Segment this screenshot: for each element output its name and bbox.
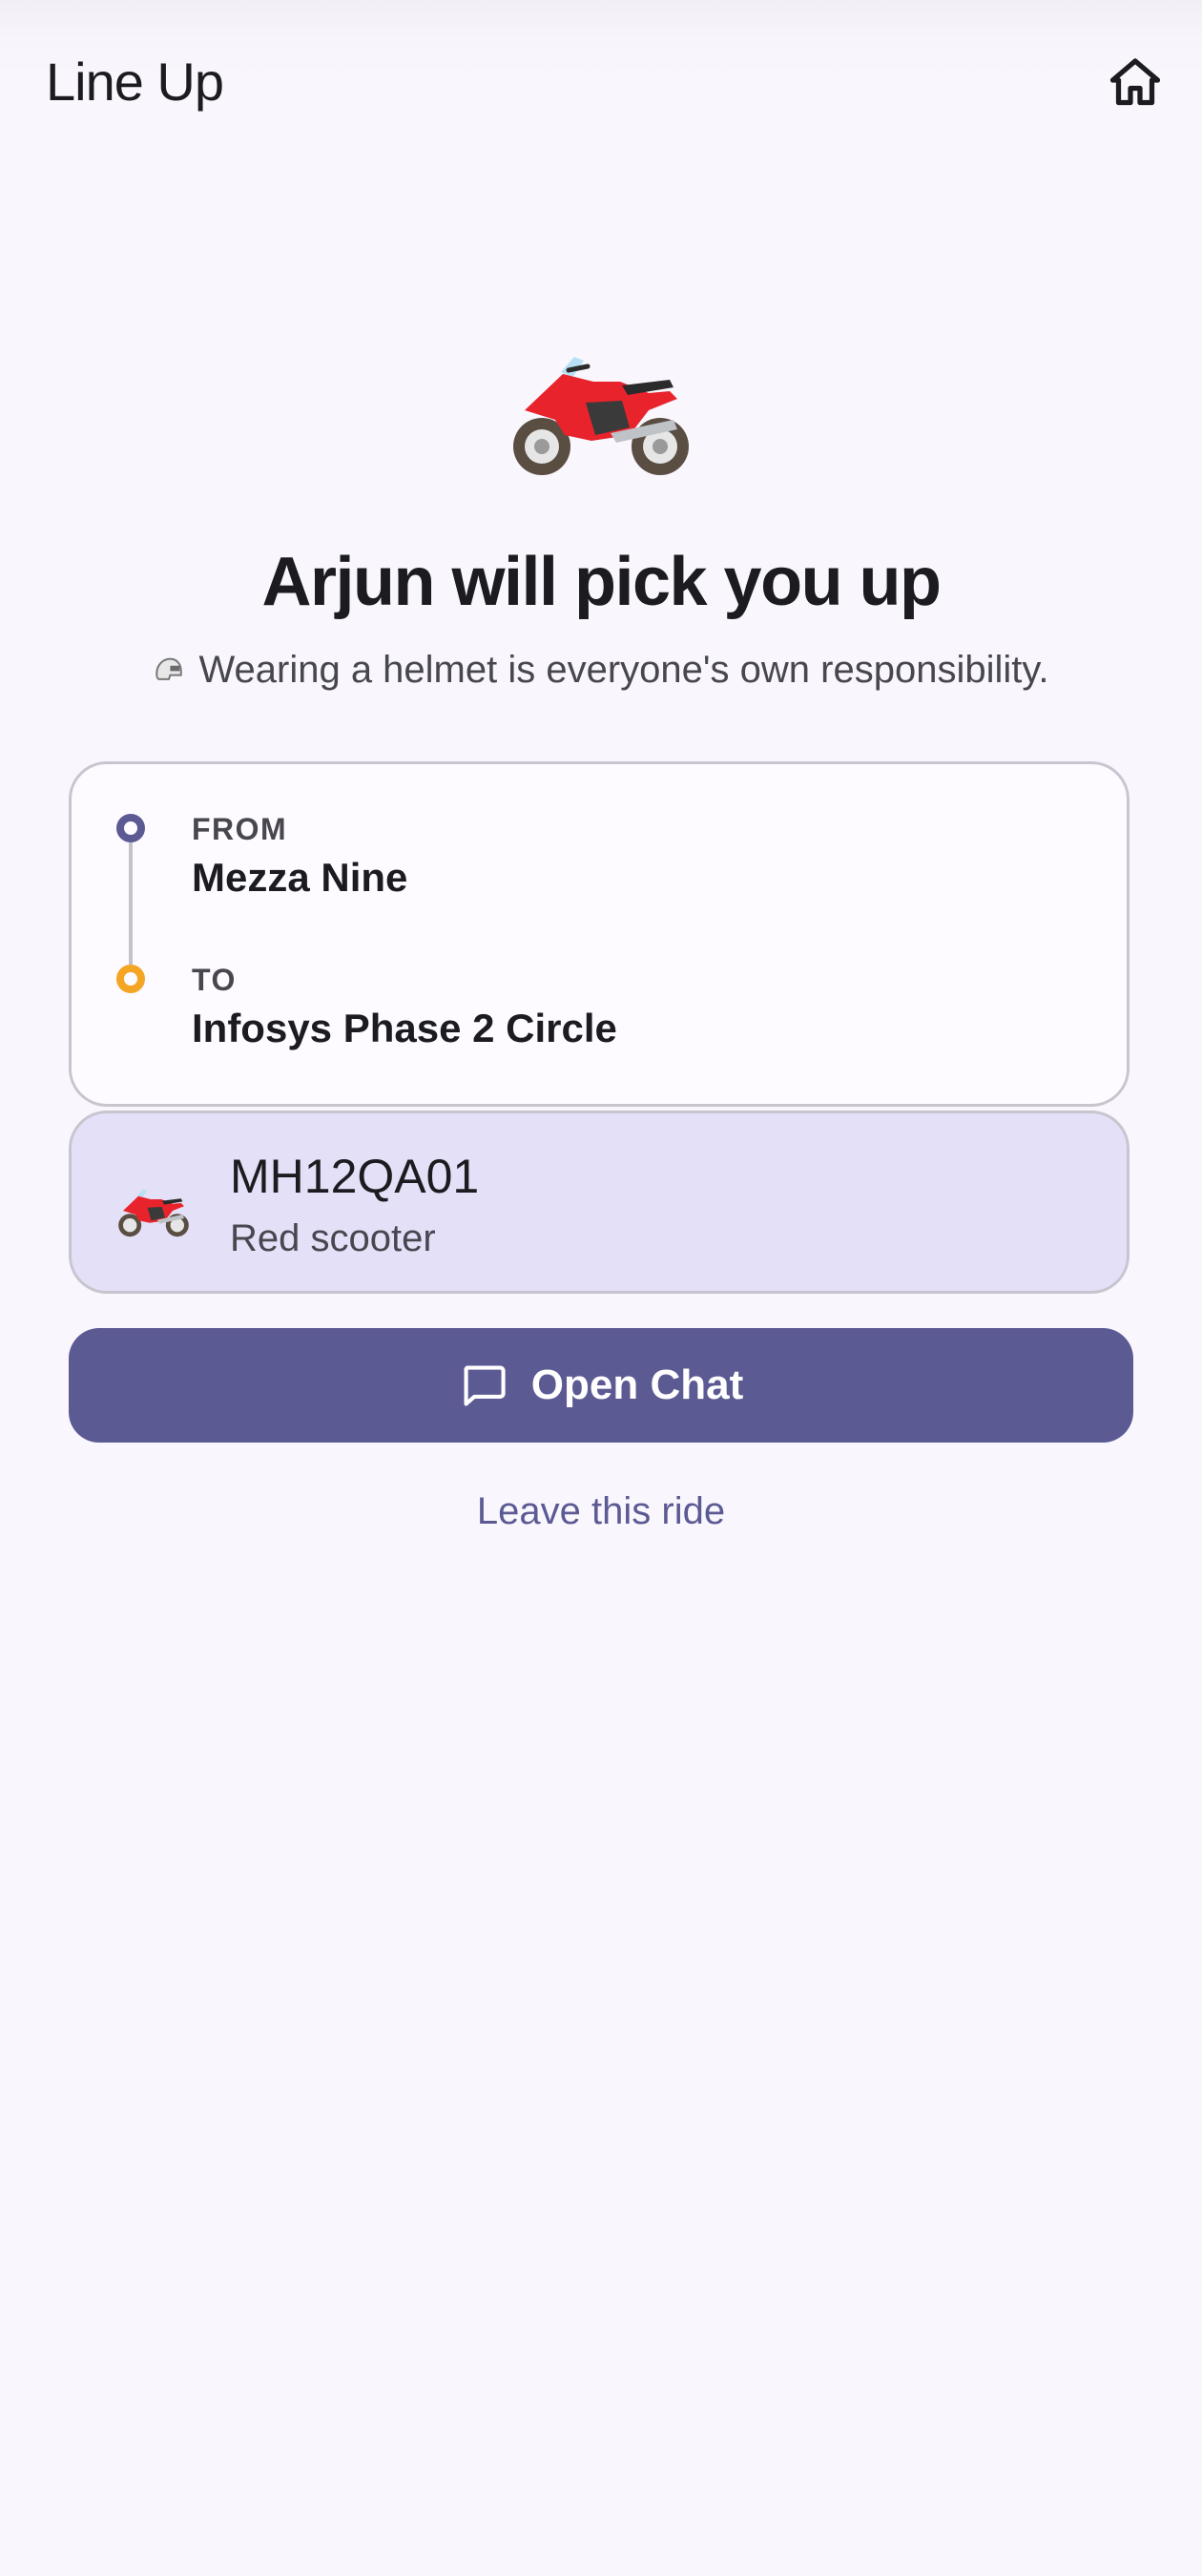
motorcycle-icon [513, 357, 689, 475]
vehicle-plate: MH12QA01 [230, 1150, 480, 1203]
leave-ride-link[interactable]: Leave this ride [0, 1485, 1202, 1538]
from-label: FROM [192, 812, 288, 846]
from-value: Mezza Nine [192, 855, 408, 900]
vehicle-description: Red scooter [230, 1217, 436, 1259]
to-label: TO [192, 963, 237, 997]
motorcycle-hero [0, 353, 1202, 491]
open-chat-button[interactable]: Open Chat [69, 1328, 1133, 1443]
vehicle-card: MH12QA01 Red scooter [69, 1111, 1129, 1294]
route-connector [129, 842, 133, 965]
pickup-headline: Arjun will pick you up [261, 544, 942, 620]
route-card: FROM Mezza Nine TO Infosys Phase 2 Circl… [69, 761, 1129, 1107]
helmet-icon [155, 657, 183, 680]
helmet-notice: Wearing a helmet is everyone's own respo… [0, 643, 1202, 696]
home-button[interactable] [1095, 42, 1175, 122]
from-marker-icon [116, 814, 145, 842]
chat-bubble-icon [464, 1365, 506, 1406]
helmet-note-text: Wearing a helmet is everyone's own respo… [198, 649, 1049, 691]
home-icon [1109, 58, 1161, 106]
to-value: Infosys Phase 2 Circle [192, 1006, 617, 1050]
app-title: Line Up [46, 52, 224, 112]
to-marker-icon [116, 965, 145, 993]
open-chat-label: Open Chat [530, 1361, 744, 1408]
motorcycle-icon [118, 1189, 189, 1237]
app-bar: Line Up [0, 0, 1202, 162]
